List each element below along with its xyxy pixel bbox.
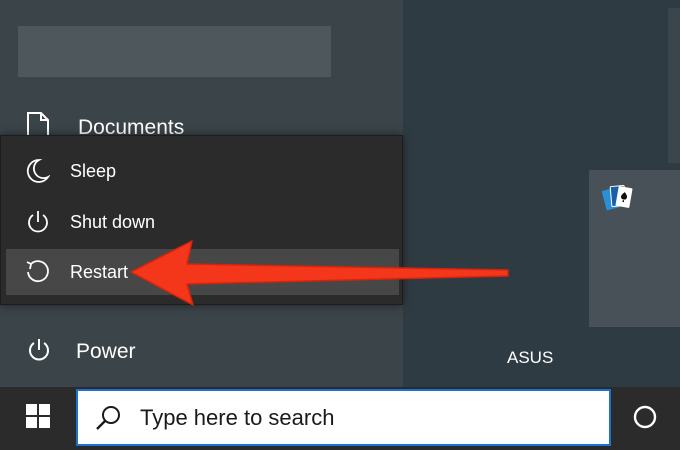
asus-tile-label: ASUS — [507, 348, 554, 367]
power-options-menu: Sleep Shut down Restart — [0, 135, 403, 305]
app-tile[interactable] — [668, 8, 680, 163]
taskbar — [0, 387, 680, 450]
restart-icon — [24, 258, 52, 286]
menu-item-label: Sleep — [70, 160, 117, 181]
sleep-menu-item[interactable]: Sleep — [6, 148, 399, 194]
windows-logo-icon — [25, 403, 51, 434]
search-icon — [94, 402, 126, 434]
search-input[interactable] — [138, 403, 582, 432]
user-account-bar[interactable] — [18, 26, 331, 77]
moon-icon — [24, 157, 52, 185]
power-icon — [24, 208, 52, 236]
cortana-button[interactable] — [627, 401, 663, 437]
restart-menu-item[interactable]: Restart — [6, 249, 399, 295]
sidebar-item-label: Power — [76, 340, 136, 363]
start-button[interactable] — [0, 387, 76, 450]
shut-down-menu-item[interactable]: Shut down — [6, 199, 399, 245]
taskbar-search-box[interactable] — [76, 389, 611, 446]
sidebar-item-power[interactable]: Power — [20, 332, 400, 372]
menu-item-label: Shut down — [70, 211, 156, 232]
menu-item-label: Restart — [70, 261, 129, 282]
power-icon — [26, 337, 60, 368]
cards-icon — [601, 183, 634, 218]
solitaire-tile[interactable] — [589, 170, 680, 327]
cortana-circle-icon — [632, 404, 658, 435]
